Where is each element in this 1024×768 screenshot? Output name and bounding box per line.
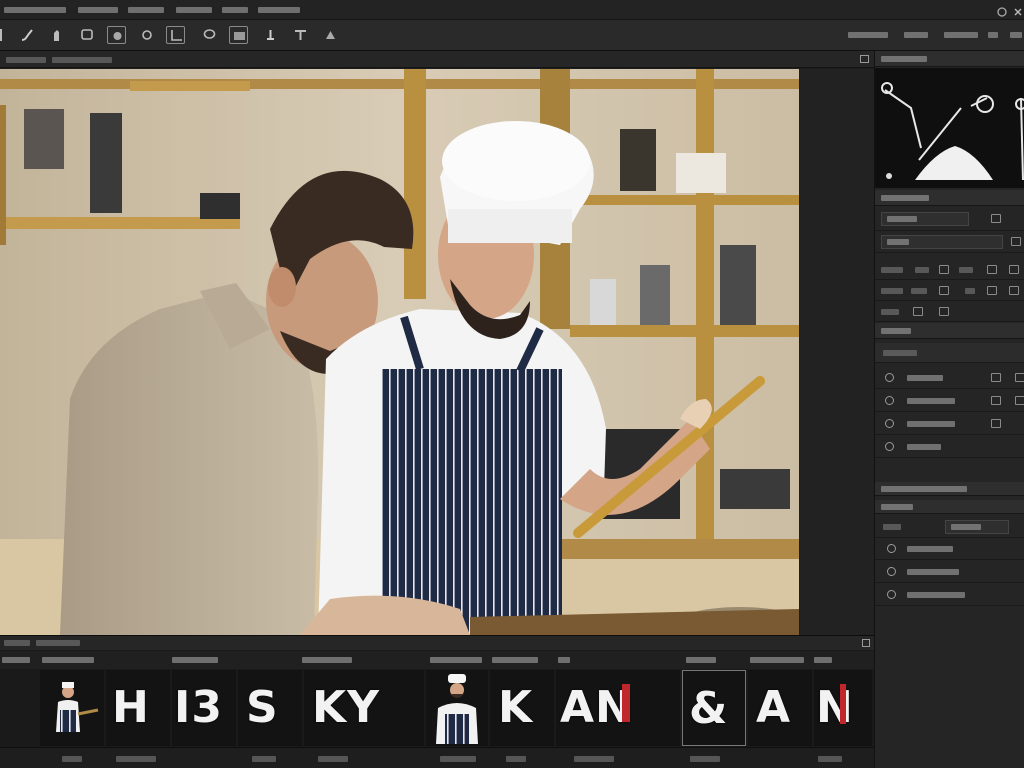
adjustment-row[interactable] — [875, 537, 1024, 560]
layer-visibility-icon[interactable] — [885, 396, 894, 405]
properties-header[interactable] — [875, 190, 1024, 206]
crop-tool-icon[interactable] — [166, 26, 185, 44]
workspace-label[interactable] — [1010, 32, 1022, 38]
kitchen-photo — [0, 69, 799, 635]
brush-tool-icon[interactable] — [18, 26, 37, 44]
filmstrip: H I3 S KY K AN & A N — [0, 635, 874, 768]
filmstrip-footer — [0, 747, 874, 768]
shape-tool-icon[interactable] — [321, 26, 340, 44]
move-tool-icon[interactable] — [0, 26, 15, 44]
thumbnail-glyph: & — [689, 683, 729, 734]
menu-item[interactable] — [4, 7, 66, 13]
lasso-tool-icon[interactable] — [200, 26, 219, 44]
layer-row[interactable] — [875, 412, 1024, 435]
mask-tool-icon[interactable] — [107, 26, 126, 44]
workspace-label[interactable] — [904, 32, 928, 38]
text-tool-icon[interactable] — [291, 26, 310, 44]
menu-item[interactable] — [128, 7, 164, 13]
layer-visibility-icon[interactable] — [885, 373, 894, 382]
property-row[interactable] — [875, 231, 1024, 253]
thumbnail[interactable]: H — [106, 670, 170, 746]
workspace-label[interactable] — [988, 32, 998, 38]
adjustment-row[interactable] — [875, 583, 1024, 606]
hand-tool-icon[interactable] — [48, 26, 67, 44]
thumbnail[interactable]: I3 — [172, 670, 236, 746]
menu-item[interactable] — [78, 7, 118, 13]
property-row[interactable] — [875, 280, 1024, 301]
minimize-icon[interactable] — [996, 3, 1008, 17]
canvas-gutter — [800, 69, 874, 635]
thumbnail[interactable]: S — [238, 670, 302, 746]
thumbnail-glyph: S — [246, 682, 279, 733]
thumbnail[interactable]: K — [490, 670, 554, 746]
filmstrip-header[interactable] — [0, 636, 874, 650]
layers-header[interactable] — [875, 323, 1024, 339]
layer-lock-icon[interactable] — [991, 373, 1001, 382]
property-row[interactable] — [875, 301, 1024, 322]
menu-item[interactable] — [176, 7, 212, 13]
navigator-header[interactable] — [875, 51, 1024, 67]
property-row[interactable] — [875, 259, 1024, 280]
property-row[interactable] — [875, 207, 1024, 231]
filmstrip-labels — [0, 651, 874, 669]
stamp-tool-icon[interactable] — [261, 26, 280, 44]
adjustments-header[interactable] — [875, 500, 1024, 514]
layer-lock-icon[interactable] — [991, 396, 1001, 405]
navigator-thumbnail — [875, 68, 1024, 188]
document-tab[interactable] — [0, 51, 874, 68]
menu-bar — [0, 0, 1024, 20]
thumbnail-glyph: N — [816, 682, 854, 733]
thumbnail-selected[interactable]: & — [682, 670, 746, 746]
adjustment-row[interactable] — [875, 516, 1024, 538]
layer-visibility-icon[interactable] — [885, 419, 894, 428]
right-panel — [874, 51, 1024, 768]
layer-row[interactable] — [875, 389, 1024, 412]
layer-row[interactable] — [875, 366, 1024, 389]
thumbnail-glyph: H — [112, 682, 150, 733]
layer-visibility-icon[interactable] — [885, 442, 894, 451]
panel-menu-icon[interactable] — [860, 55, 869, 63]
document-canvas[interactable] — [0, 69, 799, 635]
panel-menu-icon[interactable] — [862, 639, 870, 647]
canvas-area[interactable] — [0, 51, 874, 635]
workspace-label[interactable] — [944, 32, 978, 38]
history-header[interactable] — [875, 482, 1024, 496]
thumbnail[interactable]: N — [814, 670, 872, 746]
thumbnail-glyph: K — [498, 682, 534, 733]
thumbnail-glyph: A — [756, 682, 792, 733]
layer-lock-icon[interactable] — [991, 419, 1001, 428]
thumbnail-glyph: KY — [312, 682, 380, 733]
thumbnail[interactable]: A — [748, 670, 812, 746]
frame-tool-icon[interactable] — [229, 26, 248, 44]
toolbar — [0, 20, 1024, 51]
thumbnail-chef[interactable] — [40, 670, 104, 746]
layer-blend-mode[interactable] — [875, 343, 1024, 363]
thumbnail[interactable]: AN — [556, 670, 680, 746]
thumbnail-glyph: I3 — [174, 682, 223, 733]
gradient-tool-icon[interactable] — [138, 26, 157, 44]
close-icon[interactable] — [1012, 3, 1024, 16]
eraser-tool-icon[interactable] — [78, 26, 97, 44]
adjustment-row[interactable] — [875, 560, 1024, 583]
zoom-readout — [848, 32, 888, 38]
navigator-preview[interactable] — [875, 68, 1024, 188]
thumbnail[interactable]: KY — [304, 670, 424, 746]
menu-item[interactable] — [258, 7, 300, 13]
thumbnail-chef[interactable] — [426, 670, 488, 746]
layer-row[interactable] — [875, 435, 1024, 458]
menu-item[interactable] — [222, 7, 248, 13]
